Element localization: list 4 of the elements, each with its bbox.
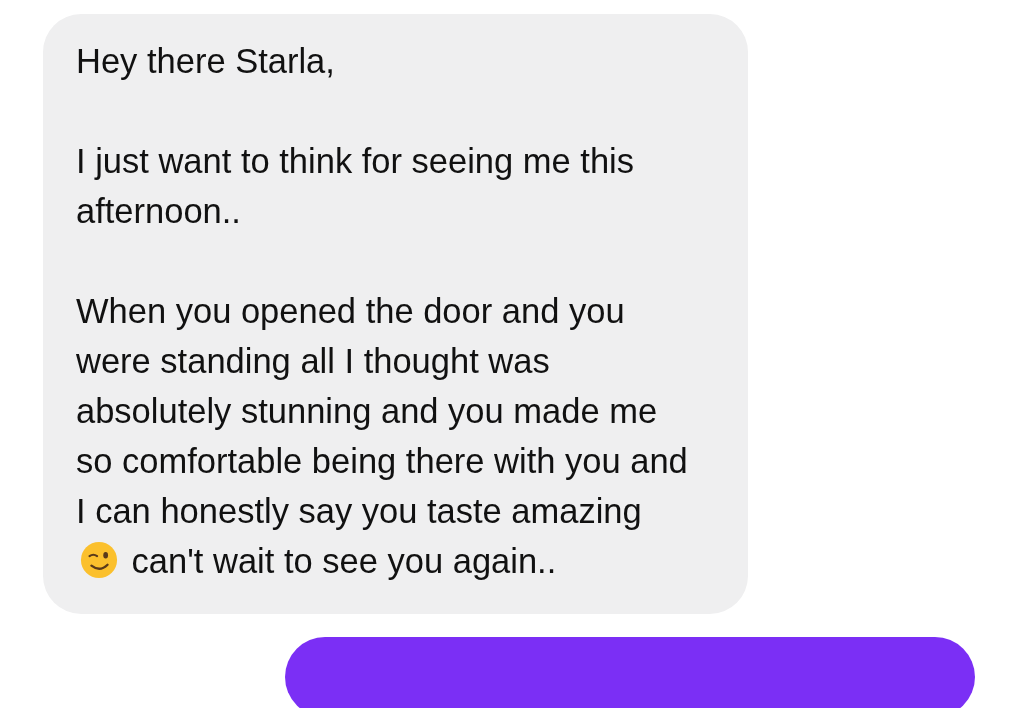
message-text: Hey there Starla, — [76, 41, 336, 82]
message-text: I just want to think for seeing me this afternoon.. — [76, 141, 635, 232]
winking-face-icon — [80, 541, 118, 579]
message-text: When you opened the door and you were standing all I thought was absolutely stunning and you made me so comfortable being there with you and I can honestly say you taste amazing can't wait to see you again.. — [76, 291, 688, 582]
